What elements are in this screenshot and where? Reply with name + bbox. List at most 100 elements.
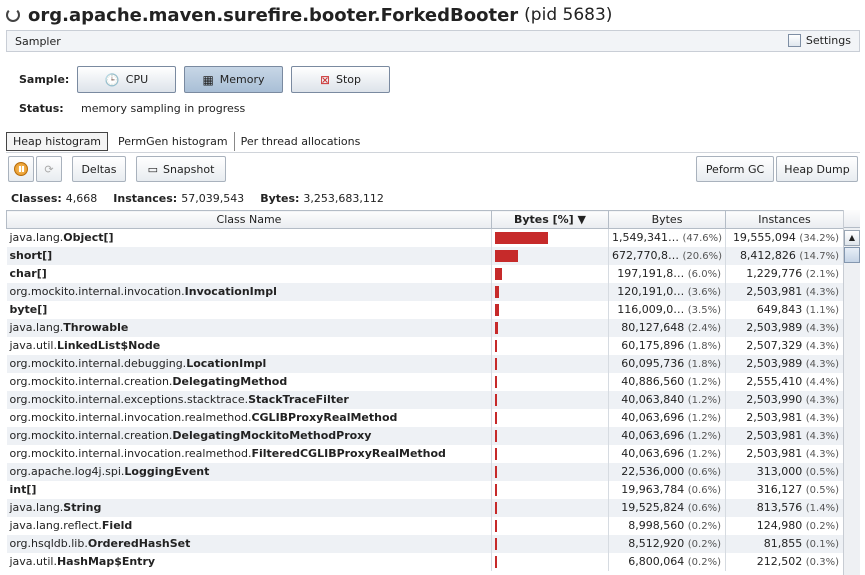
bytes-value: 80,127,648 bbox=[621, 321, 685, 334]
window-title: org.apache.maven.surefire.booter.ForkedB… bbox=[0, 0, 865, 30]
instances-cell: 2,503,990 (4.3%) bbox=[725, 390, 844, 409]
instances-cell: 124,980 (0.2%) bbox=[725, 516, 844, 535]
package-name: java.util. bbox=[9, 339, 57, 352]
table-row[interactable]: org.hsqldb.lib.OrderedHashSet 8,512,920 (… bbox=[6, 534, 844, 553]
class-name-cell: java.util.LinkedList$Node bbox=[6, 336, 492, 355]
bytes-percent: (6.0%) bbox=[687, 269, 721, 280]
stop-button[interactable]: ⊠ Stop bbox=[291, 66, 390, 93]
instances-cell: 2,555,410 (4.4%) bbox=[725, 372, 844, 391]
table-row[interactable]: java.lang.Throwable 80,127,648 (2.4%) 2,50… bbox=[6, 318, 844, 337]
table-row[interactable]: short[] 672,770,8… (20.6%) 8,412,826 (14.7… bbox=[6, 246, 844, 265]
sampler-title: Sampler bbox=[15, 34, 61, 48]
deltas-button[interactable]: Deltas bbox=[72, 156, 126, 182]
table-row[interactable]: java.lang.String 19,525,824 (0.6%) 813,576… bbox=[6, 498, 844, 517]
instances-percent: (4.3%) bbox=[805, 431, 839, 442]
instances-cell: 1,229,776 (2.1%) bbox=[725, 264, 844, 283]
table-row[interactable]: char[] 197,191,8… (6.0%) 1,229,776 (2.1%) bbox=[6, 264, 844, 283]
table-row[interactable]: java.lang.reflect.Field 8,998,560 (0.2%) 1… bbox=[6, 516, 844, 535]
tab-heap-histogram[interactable]: Heap histogram bbox=[6, 132, 109, 151]
scroll-up-icon[interactable]: ▲ bbox=[844, 230, 860, 246]
bytes-percent-cell bbox=[491, 516, 609, 535]
bytes-percent-cell bbox=[491, 426, 609, 445]
pause-button[interactable] bbox=[8, 156, 34, 182]
column-instances[interactable]: Instances bbox=[725, 210, 844, 229]
bytes-percent-cell bbox=[491, 372, 609, 391]
refresh-button[interactable]: ⟳ bbox=[36, 156, 62, 182]
tab-permgen-histogram[interactable]: PermGen histogram bbox=[112, 132, 235, 151]
class-name-cell: org.mockito.internal.invocation.realmeth… bbox=[6, 444, 492, 463]
scroll-thumb[interactable] bbox=[844, 247, 860, 263]
instances-percent: (4.3%) bbox=[805, 287, 839, 298]
table-row[interactable]: java.lang.Object[] 1,549,341… (47.6%) 19,5… bbox=[6, 228, 844, 247]
table-row[interactable]: java.util.LinkedList$Node 60,175,896 (1.8… bbox=[6, 336, 844, 355]
bytes-cell: 6,800,064 (0.2%) bbox=[608, 552, 726, 571]
bytes-percent: (0.2%) bbox=[687, 521, 721, 532]
package-name: java.lang. bbox=[9, 501, 64, 514]
table-row[interactable]: org.mockito.internal.invocation.Invocati… bbox=[6, 282, 844, 301]
class-name: byte[] bbox=[9, 303, 48, 316]
table-row[interactable]: org.mockito.internal.creation.Delegating… bbox=[6, 426, 844, 445]
table-row[interactable]: org.mockito.internal.creation.Delegating… bbox=[6, 372, 844, 391]
cpu-button[interactable]: 🕒 CPU bbox=[77, 66, 176, 93]
bytes-cell: 40,063,696 (1.2%) bbox=[608, 408, 726, 427]
bytes-percent-bar bbox=[495, 501, 497, 514]
table-row[interactable]: org.mockito.internal.debugging.LocationI… bbox=[6, 354, 844, 373]
bytes-percent: (47.6%) bbox=[682, 233, 723, 245]
instances-value: 2,503,981 bbox=[746, 285, 803, 298]
table-row[interactable]: org.mockito.internal.exceptions.stacktra… bbox=[6, 390, 844, 409]
instances-cell: 2,503,981 (4.3%) bbox=[725, 408, 844, 427]
bytes-value: 22,536,000 bbox=[621, 465, 685, 478]
column-class-name[interactable]: Class Name bbox=[6, 210, 492, 229]
bytes-percent-bar bbox=[495, 375, 497, 388]
instances-cell: 81,855 (0.1%) bbox=[725, 534, 844, 553]
memory-button[interactable]: ▦ Memory bbox=[184, 66, 283, 93]
instances-value: 2,503,981 bbox=[746, 411, 803, 424]
snapshot-button[interactable]: ▭ Snapshot bbox=[136, 156, 226, 182]
table-row[interactable]: byte[] 116,009,0… (3.5%) 649,843 (1.1%) bbox=[6, 300, 844, 319]
heap-dump-button[interactable]: Heap Dump bbox=[776, 156, 858, 182]
bytes-percent-cell bbox=[491, 354, 609, 373]
table-row[interactable]: org.mockito.internal.invocation.realmeth… bbox=[6, 444, 844, 463]
bytes-cell: 80,127,648 (2.4%) bbox=[608, 318, 726, 337]
bytes-cell: 116,009,0… (3.5%) bbox=[608, 300, 726, 319]
deltas-button-label: Deltas bbox=[81, 162, 117, 176]
bytes-percent: (1.2%) bbox=[687, 449, 721, 460]
bytes-value: 60,095,736 bbox=[621, 357, 685, 370]
instances-percent: (4.3%) bbox=[805, 395, 839, 406]
bytes-percent-bar bbox=[495, 465, 497, 478]
column-bytes-percent[interactable]: Bytes [%] ▼ bbox=[491, 210, 609, 229]
bytes-percent-bar bbox=[495, 519, 497, 532]
settings-checkbox[interactable] bbox=[787, 34, 801, 47]
column-bytes[interactable]: Bytes bbox=[608, 210, 726, 229]
bytes-value: 40,063,840 bbox=[621, 393, 685, 406]
package-name: org.mockito.internal.invocation.realmeth… bbox=[9, 411, 252, 424]
bytes-cell: 40,063,696 (1.2%) bbox=[608, 426, 726, 445]
class-name: OrderedHashSet bbox=[87, 537, 191, 550]
snapshot-icon: ▭ bbox=[147, 162, 158, 176]
table-row[interactable]: org.apache.log4j.spi.LoggingEvent 22,536,… bbox=[6, 462, 844, 481]
table-row[interactable]: int[] 19,963,784 (0.6%) 316,127 (0.5%) bbox=[6, 480, 844, 499]
refresh-icon: ⟳ bbox=[44, 162, 54, 176]
stop-button-label: Stop bbox=[336, 73, 362, 86]
bytes-percent-bar bbox=[495, 555, 497, 568]
bytes-value: 60,175,896 bbox=[621, 339, 685, 352]
class-name: CGLIBProxyRealMethod bbox=[251, 411, 398, 424]
perform-gc-button[interactable]: Peform GC bbox=[696, 156, 774, 182]
bytes-percent: (3.5%) bbox=[687, 305, 721, 316]
bytes-value: 19,525,824 bbox=[621, 501, 685, 514]
bytes-percent-bar bbox=[495, 339, 497, 352]
table-row[interactable]: java.util.HashMap$Entry 6,800,064 (0.2%) 2… bbox=[6, 552, 844, 571]
class-name-cell: byte[] bbox=[6, 300, 492, 319]
instances-percent: (4.3%) bbox=[805, 413, 839, 424]
vertical-scrollbar[interactable]: ▲ bbox=[843, 210, 860, 575]
instances-value: 2,503,989 bbox=[746, 357, 803, 370]
settings-toggle[interactable]: Settings bbox=[787, 34, 851, 47]
class-name: Object[] bbox=[63, 231, 114, 245]
bytes-percent: (1.2%) bbox=[687, 395, 721, 406]
table-row[interactable]: org.mockito.internal.invocation.realmeth… bbox=[6, 408, 844, 427]
instances-cell: 313,000 (0.5%) bbox=[725, 462, 844, 481]
instances-value: 2,507,329 bbox=[746, 339, 803, 352]
instances-count: 57,039,543 bbox=[181, 192, 245, 205]
tab-per-thread-allocations[interactable]: Per thread allocations bbox=[235, 132, 367, 151]
bytes-percent-bar bbox=[495, 357, 497, 370]
